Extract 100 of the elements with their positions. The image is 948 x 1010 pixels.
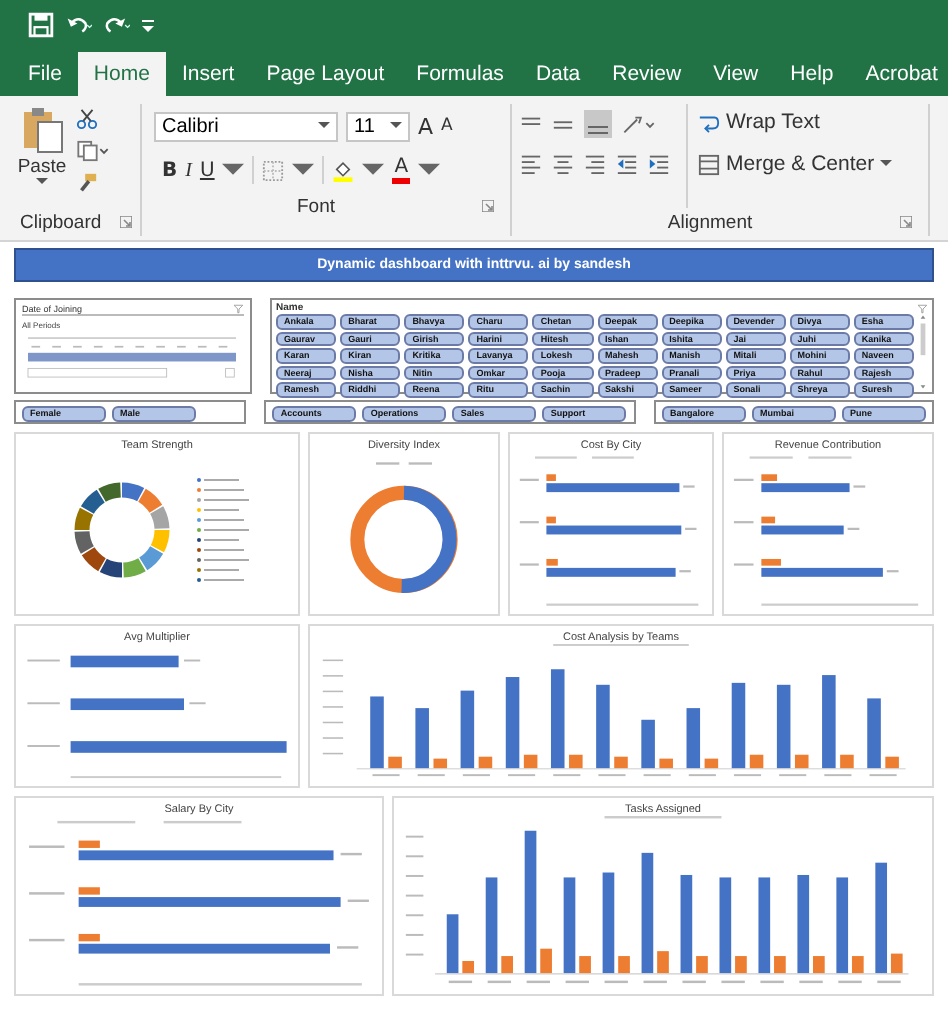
chart-legend-drawing — [193, 472, 253, 588]
bar — [758, 877, 771, 974]
customize-icon[interactable] — [142, 17, 154, 33]
paste-button[interactable]: Paste — [16, 104, 68, 208]
label-mark — [682, 980, 706, 984]
font-size-dropdown[interactable]: 11 — [346, 111, 410, 141]
dialog-launcher-icon[interactable] — [900, 216, 912, 228]
label-mark — [519, 478, 539, 481]
label-mark — [877, 980, 901, 984]
bar — [867, 698, 881, 769]
bar — [505, 677, 520, 769]
bar — [641, 719, 655, 769]
format-painter-icon[interactable] — [76, 172, 98, 194]
label-mark — [733, 521, 754, 524]
font-color-button[interactable]: A — [392, 157, 411, 183]
bar — [657, 951, 669, 974]
copy-icon[interactable] — [76, 140, 110, 162]
ribbon-tab[interactable]: Review — [596, 52, 698, 96]
bar — [885, 756, 899, 769]
bottom-align-icon[interactable] — [584, 110, 612, 138]
bar — [813, 956, 825, 974]
bar — [731, 682, 746, 769]
bar — [596, 684, 610, 769]
redo-icon[interactable] — [104, 12, 130, 38]
label-mark — [824, 774, 852, 777]
bar — [524, 830, 537, 974]
underline-button[interactable]: U — [199, 159, 215, 181]
label-mark — [853, 485, 866, 488]
label-mark — [733, 478, 754, 481]
label-mark — [808, 456, 852, 459]
merge-center-button[interactable]: Merge & Center — [698, 152, 893, 176]
bold-button[interactable]: B — [162, 159, 178, 181]
label-mark — [749, 456, 793, 459]
bar — [370, 696, 384, 769]
bar — [485, 877, 498, 974]
bar — [70, 698, 184, 711]
label-mark — [679, 570, 691, 573]
bar — [550, 669, 565, 769]
bar — [641, 852, 654, 974]
font-name-dropdown[interactable]: Calibri — [154, 111, 338, 141]
timeline-bar[interactable] — [22, 332, 242, 384]
orientation-icon[interactable] — [622, 113, 656, 135]
label-mark — [847, 527, 860, 530]
ribbon-tab[interactable]: Acrobat — [849, 52, 948, 96]
merge-cells-icon — [698, 153, 720, 175]
wrap-text-icon — [698, 111, 720, 133]
bar — [478, 756, 493, 769]
label-mark — [688, 774, 716, 777]
label-mark — [322, 721, 344, 724]
bar — [735, 956, 747, 974]
borders-icon[interactable] — [262, 159, 285, 181]
bar — [523, 754, 538, 769]
save-icon[interactable] — [28, 12, 54, 38]
label-mark — [779, 774, 807, 777]
bar — [501, 956, 513, 974]
ribbon-tab[interactable]: Formulas — [400, 52, 520, 96]
caret-icon — [36, 178, 48, 186]
bar — [540, 948, 552, 974]
ribbon-tab[interactable]: Home — [77, 52, 166, 96]
label-mark — [337, 946, 359, 949]
ribbon-tab[interactable]: Help — [774, 52, 850, 96]
bar — [415, 708, 429, 769]
label-mark — [57, 820, 136, 824]
decrease-font-button[interactable]: A — [441, 116, 453, 136]
undo-icon[interactable] — [66, 12, 92, 38]
label-mark — [322, 659, 344, 662]
dialog-launcher-icon[interactable] — [120, 216, 132, 228]
center-icon[interactable] — [552, 152, 574, 174]
bar — [686, 708, 701, 769]
bar — [388, 756, 402, 769]
bar — [569, 754, 583, 769]
bar — [794, 754, 809, 769]
align-left-icon[interactable] — [520, 152, 542, 174]
cut-icon[interactable] — [76, 108, 98, 130]
label-mark — [553, 644, 689, 646]
label-mark — [27, 659, 60, 662]
label-mark — [565, 980, 589, 984]
label-mark — [869, 774, 897, 777]
label-mark — [799, 980, 823, 984]
label-mark — [886, 570, 899, 573]
ribbon-tab[interactable]: Data — [519, 52, 597, 96]
increase-font-button[interactable]: A — [418, 113, 434, 139]
ribbon-tab[interactable]: File — [12, 52, 78, 96]
label-mark — [519, 563, 539, 566]
scroll-bar[interactable] — [918, 314, 928, 390]
group-label: Alignment — [665, 211, 755, 233]
ribbon-tab[interactable]: Page Layout — [250, 52, 401, 96]
bar — [704, 758, 719, 769]
decrease-indent-icon[interactable] — [616, 152, 638, 174]
ribbon-tab[interactable]: View — [697, 52, 775, 96]
italic-button[interactable]: I — [185, 159, 192, 181]
fill-color-icon[interactable] — [332, 159, 355, 181]
align-right-icon[interactable] — [584, 152, 606, 174]
ribbon-tab[interactable]: Insert — [165, 52, 251, 96]
wrap-text-button[interactable]: Wrap Text — [698, 110, 893, 134]
increase-indent-icon[interactable] — [648, 152, 670, 174]
label-mark — [592, 456, 634, 459]
dialog-launcher-icon[interactable] — [482, 200, 494, 212]
bar — [579, 956, 591, 974]
label-mark — [184, 659, 201, 662]
